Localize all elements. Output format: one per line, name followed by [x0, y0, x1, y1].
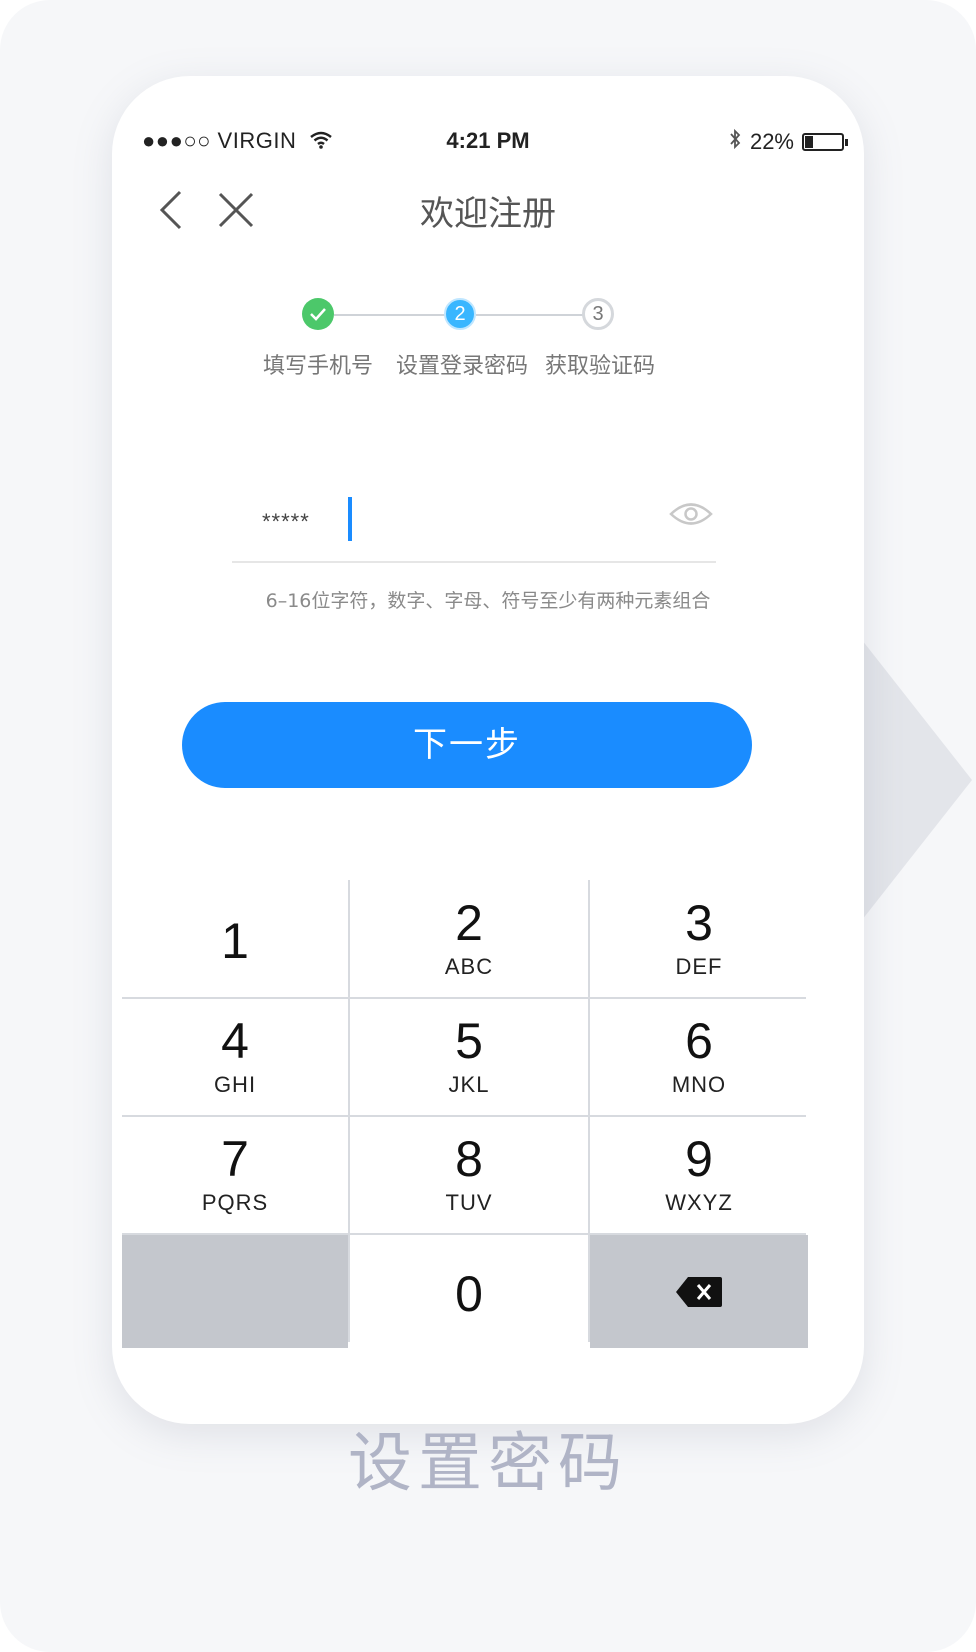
eye-icon[interactable]	[668, 497, 714, 531]
numeric-keypad: 1 2 ABC 3 DEF 4 GHI 5 JKL 6 MNO 7 PQRS 8 TUV 9W…	[122, 880, 808, 1348]
status-bar: ●●●○○ VIRGIN 4:21 PM 22%	[112, 120, 864, 160]
next-arrow-decoration	[862, 640, 972, 920]
next-step-button[interactable]: 下一步	[182, 702, 752, 788]
step-2-label: 设置登录密码	[395, 354, 529, 379]
step-3-label: 获取验证码	[544, 354, 656, 379]
backspace-icon	[676, 1276, 722, 1307]
key-3[interactable]: 3 DEF	[590, 880, 808, 997]
step-3-pending-dot: 3	[582, 298, 614, 330]
key-1[interactable]: 1	[122, 880, 348, 997]
key-6[interactable]: 6 MNO	[590, 999, 808, 1115]
screen-caption: 设置密码	[348, 1427, 628, 1501]
backspace-key[interactable]	[590, 1235, 808, 1348]
key-5[interactable]: 5 JKL	[350, 999, 588, 1115]
phone-screen: ●●●○○ VIRGIN 4:21 PM 22% 欢迎注册 2 3 填写手机号 …	[112, 76, 864, 1424]
background-card: ●●●○○ VIRGIN 4:21 PM 22% 欢迎注册 2 3 填写手机号 …	[0, 0, 976, 1652]
key-0[interactable]: 0	[350, 1235, 588, 1348]
battery-icon	[802, 133, 848, 151]
key-9[interactable]: 9 WXYZ	[590, 1117, 808, 1233]
password-input[interactable]: *****	[232, 481, 716, 563]
nav-bar: 欢迎注册	[112, 176, 864, 256]
bluetooth-icon	[728, 128, 742, 156]
battery-percent: 22%	[749, 129, 794, 154]
step-1-done-dot	[302, 298, 334, 330]
step-connector	[334, 314, 454, 316]
key-4[interactable]: 4 GHI	[122, 999, 348, 1115]
key-blank	[122, 1235, 348, 1348]
step-2-active-dot: 2	[444, 298, 476, 330]
key-7[interactable]: 7 PQRS	[122, 1117, 348, 1233]
text-cursor	[348, 497, 352, 541]
step-1-label: 填写手机号	[262, 354, 374, 379]
key-8[interactable]: 8 TUV	[350, 1117, 588, 1233]
check-icon	[310, 308, 326, 321]
password-hint: 6–16位字符，数字、字母、符号至少有两种元素组合	[265, 590, 711, 612]
password-masked-value: *****	[262, 509, 310, 534]
progress-steps: 2 3 填写手机号 设置登录密码 获取验证码	[112, 296, 864, 379]
step-connector	[476, 314, 594, 316]
key-2[interactable]: 2 ABC	[350, 880, 588, 997]
page-title: 欢迎注册	[420, 194, 556, 234]
